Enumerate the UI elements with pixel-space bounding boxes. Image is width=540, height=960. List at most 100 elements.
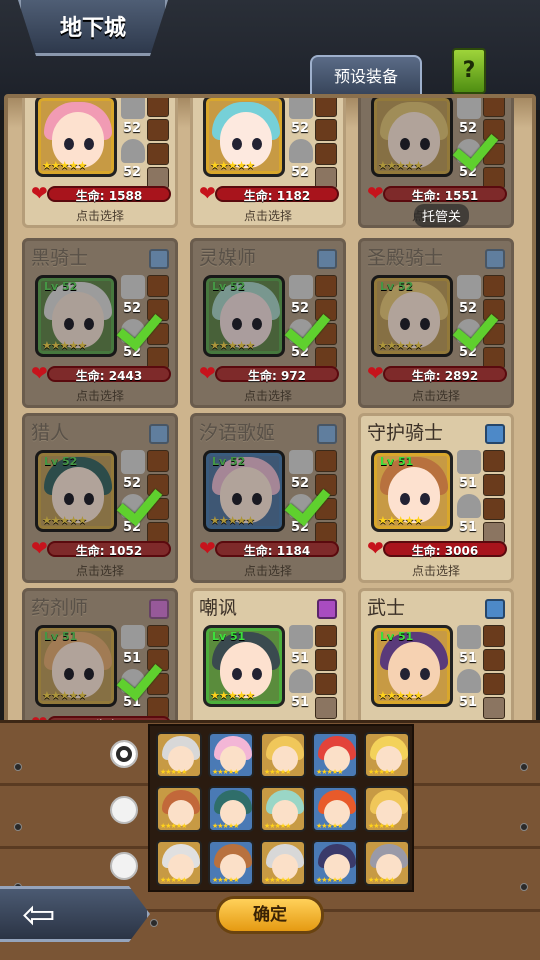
gear-slot-icon <box>483 697 505 719</box>
eye-icon <box>420 668 430 680</box>
gear-slot-icon <box>483 450 505 472</box>
star-rating: ★★★★★ <box>160 876 187 884</box>
star-rating: ★★★★★ <box>264 768 291 776</box>
title-plate: 地下城 <box>18 0 168 56</box>
eye-icon <box>420 318 430 330</box>
weapon-icon <box>121 450 145 474</box>
gear-slot-icon <box>483 673 505 695</box>
team-member-slot[interactable]: ★★★★★ <box>156 732 202 778</box>
eye-icon <box>232 138 242 150</box>
helmet-level: 51 <box>291 695 310 710</box>
hero-level: Lv 51 <box>212 630 246 643</box>
hero-level: Lv 51 <box>380 630 414 643</box>
hero-grid[interactable]: ★★★★★ 52 52 ❤ 生命: 1588 点击选择 ★★★★★ 52 52 ❤ 生命: 1182… <box>22 98 522 730</box>
heart-icon: ❤ <box>199 181 216 205</box>
weapon-icon <box>457 450 481 474</box>
star-rating: ★★★★★ <box>42 159 87 172</box>
hp-bar-row: ❤ 生命: 1184 <box>199 538 339 558</box>
auto-battle-label: 托管关 <box>414 204 470 227</box>
eye-icon <box>64 138 74 150</box>
hp-value: 生命: 1588 <box>75 189 143 203</box>
team-member-slot[interactable]: ★★★★★ <box>312 732 358 778</box>
class-type-icon <box>317 599 337 619</box>
team-member-slot[interactable]: ★★★★★ <box>312 786 358 832</box>
eye-icon <box>400 668 410 680</box>
weapon-icon <box>121 98 145 119</box>
team-member-slot[interactable]: ★★★★★ <box>364 786 410 832</box>
star-rating: ★★★★★ <box>160 822 187 830</box>
hero-card[interactable]: ★★★★★ 52 52 ❤ 生命: 1182 点击选择 <box>190 98 346 228</box>
class-type-icon <box>317 249 337 269</box>
weapon-icon <box>121 625 145 649</box>
hero-card[interactable]: 圣殿骑士 Lv 52 ★★★★★ 52 52 ❤ 生命: 2892 点击选择 <box>358 238 514 408</box>
team-member-slot[interactable]: ★★★★★ <box>260 840 306 886</box>
star-rating: ★★★★★ <box>210 689 255 702</box>
back-arrow-icon: ⇦ <box>22 892 56 938</box>
confirm-button[interactable]: 确定 <box>216 896 324 934</box>
team-member-slot[interactable]: ★★★★★ <box>260 786 306 832</box>
gear-slot-icon <box>483 98 505 117</box>
page-title: 地下城 <box>59 16 126 41</box>
team-member-slot[interactable]: ★★★★★ <box>208 732 254 778</box>
hp-value: 生命: 2443 <box>75 369 143 383</box>
team-radio-button[interactable] <box>110 796 138 824</box>
eye-icon <box>400 138 410 150</box>
team-radio-button[interactable] <box>110 740 138 768</box>
team-member-slot[interactable]: ★★★★★ <box>156 786 202 832</box>
eye-icon <box>84 318 94 330</box>
back-button[interactable]: ⇦ <box>0 886 150 942</box>
hero-card[interactable]: ★★★★★ 52 52 ❤ 生命: 1588 点击选择 <box>22 98 178 228</box>
hero-card[interactable]: 武士 Lv 51 ★★★★★ 51 51 <box>358 588 514 730</box>
class-type-icon <box>149 424 169 444</box>
nail-decoration <box>14 763 22 771</box>
tap-to-select-label: 点击选择 <box>243 389 292 403</box>
hp-bar-row: ❤ 生命: 1052 <box>31 538 171 558</box>
team-member-slot[interactable]: ★★★★★ <box>208 786 254 832</box>
tap-to-select-label: 点击选择 <box>75 564 124 578</box>
hero-card[interactable]: 黑骑士 Lv 52 ★★★★★ 52 52 ❤ 生命: 2443 点击选择 <box>22 238 178 408</box>
team-member-slot[interactable]: ★★★★★ <box>364 840 410 886</box>
team-member-slot[interactable]: ★★★★★ <box>364 732 410 778</box>
heart-icon: ❤ <box>31 536 48 560</box>
eye-icon <box>232 493 242 505</box>
hero-level: Lv 52 <box>44 280 78 293</box>
hp-bar-row: ❤ 生命: 2892 <box>367 363 507 383</box>
gear-slots <box>147 98 169 191</box>
star-rating: ★★★★★ <box>378 689 423 702</box>
hero-card[interactable]: 药剂师Lv 51★★★★★5151❤生命: <box>22 588 178 730</box>
star-rating: ★★★★★ <box>212 876 239 884</box>
star-rating: ★★★★★ <box>368 822 395 830</box>
team-member-slot[interactable]: ★★★★★ <box>312 840 358 886</box>
gear-slot-icon <box>315 649 337 671</box>
hero-portrait: ★★★★★ <box>35 98 117 177</box>
hero-card[interactable]: 灵媒师 Lv 52 ★★★★★ 52 52 ❤ 生命: 972 点击选择 <box>190 238 346 408</box>
star-rating: ★★★★★ <box>378 514 423 527</box>
gear-slots <box>483 450 505 546</box>
gear-slot-icon <box>147 625 169 647</box>
class-type-icon <box>149 599 169 619</box>
hero-card[interactable]: 嘲讽 Lv 51 ★★★★★ 51 51 <box>190 588 346 730</box>
hero-card[interactable]: 猎人 Lv 52 ★★★★★ 52 52 ❤ 生命: 1052 点击选择 <box>22 413 178 583</box>
hero-name: 黑骑士 <box>31 247 89 269</box>
heart-icon: ❤ <box>367 181 384 205</box>
star-rating: ★★★★★ <box>316 876 343 884</box>
hero-level: Lv 52 <box>212 280 246 293</box>
weapon-icon <box>457 98 481 119</box>
hero-card[interactable]: 汐语歌姬 Lv 52 ★★★★★ 52 52 ❤ 生命: 1184 点击选择 <box>190 413 346 583</box>
checkmark-icon <box>287 305 331 345</box>
helmet-level: 51 <box>459 695 478 710</box>
team-member-slot[interactable]: ★★★★★ <box>208 840 254 886</box>
hp-value: 生命: 1052 <box>75 544 143 558</box>
weapon-level: 51 <box>459 476 478 491</box>
preset-equipment-tab[interactable]: 预设装备 <box>310 55 422 95</box>
team-member-slot[interactable]: ★★★★★ <box>156 840 202 886</box>
helmet-level: 52 <box>123 165 142 180</box>
team-radio-button[interactable] <box>110 852 138 880</box>
class-type-icon <box>149 249 169 269</box>
hero-name: 嘲讽 <box>199 597 238 619</box>
hero-card[interactable]: 守护骑士 Lv 51 ★★★★★ 51 51 ❤ 生命: 3006 点击选择 <box>358 413 514 583</box>
hero-name: 武士 <box>367 597 406 619</box>
team-member-slot[interactable]: ★★★★★ <box>260 732 306 778</box>
help-button[interactable]: ? <box>452 48 486 94</box>
star-rating: ★★★★★ <box>42 339 87 352</box>
